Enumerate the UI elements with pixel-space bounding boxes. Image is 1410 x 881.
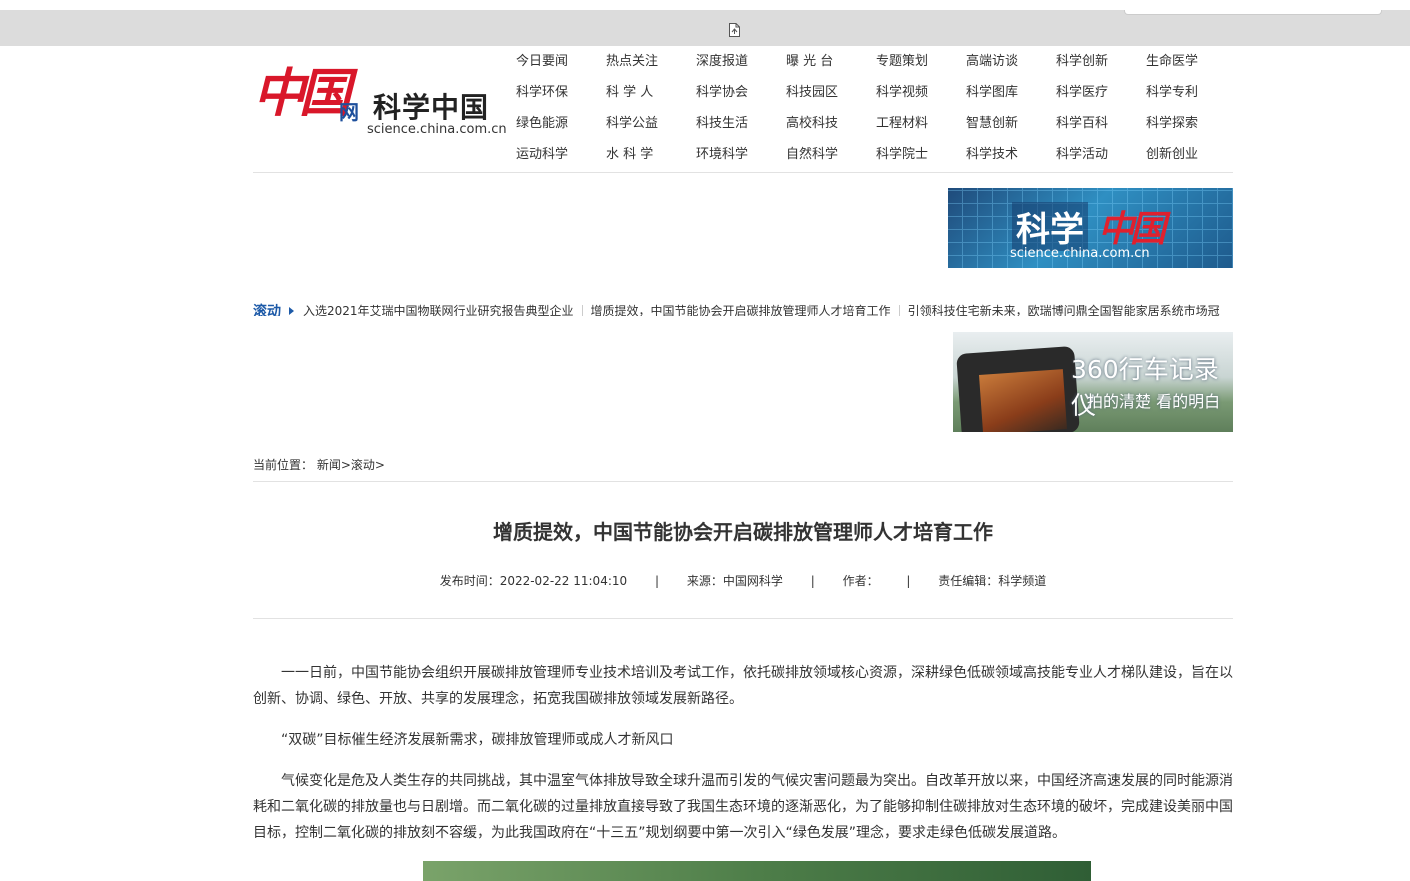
meta-separator: | [906, 574, 911, 588]
header-divider [253, 172, 1233, 173]
nav-link[interactable]: 科学活动 [1056, 147, 1146, 178]
article-paragraph: “双碳”目标催生经济发展新需求，碳排放管理师或成人才新风口 [281, 732, 674, 748]
nav-link[interactable]: 工程材料 [876, 116, 966, 147]
nav-link[interactable]: 运动科学 [516, 147, 606, 178]
meta-divider [253, 618, 1233, 619]
nav-link[interactable]: 科技生活 [696, 116, 786, 147]
nav-link[interactable]: 智慧创新 [966, 116, 1056, 147]
nav-link[interactable]: 科学院士 [876, 147, 966, 178]
meta-separator: | [810, 574, 815, 588]
nav-link[interactable]: 高校科技 [786, 116, 876, 147]
nav-link[interactable]: 科学技术 [966, 147, 1056, 178]
site-logo[interactable]: 中国 网 科学中国 science.china.com.cn [253, 63, 507, 146]
meta-separator: | [654, 574, 660, 588]
logo-glyph: 中国 [253, 63, 351, 124]
science-china-banner[interactable]: 科学 中国 science.china.com.cn [948, 188, 1233, 268]
nav-link[interactable]: 生命医学 [1146, 54, 1236, 85]
ticker-label: 滚动 [253, 303, 281, 317]
article-editor: 责任编辑：科学频道 [938, 574, 1047, 588]
nav-link[interactable]: 科学协会 [696, 85, 786, 116]
nav-link[interactable]: 绿色能源 [516, 116, 606, 147]
nav-row: 绿色能源 科学公益 科技生活 高校科技 工程材料 智慧创新 科学百科 科学探索 [516, 116, 1236, 147]
logo-domain: science.china.com.cn [367, 122, 507, 137]
dashcam-screen [979, 369, 1067, 432]
article-title: 增质提效，中国节能协会开启碳排放管理师人才培育工作 [493, 520, 993, 544]
viewer-toolbar [0, 10, 1410, 46]
ticker-separator [898, 304, 900, 316]
top-strip [0, 0, 1410, 10]
article-author: 作者： [842, 574, 879, 588]
scrolling-news: 滚动 入选2021年艾瑞中国物联网行业研究报告典型企业 增质提效，中国节能协会开启碳… [253, 300, 1233, 316]
nav-link[interactable]: 科学百科 [1056, 116, 1146, 147]
article-body: 一一日前，中国节能协会组织开展碳排放管理师专业技术培训及考试工作，依托碳排放领域… [253, 660, 1233, 861]
nav-link[interactable]: 科学公益 [606, 116, 696, 147]
triangle-right-icon [289, 306, 294, 315]
nav-row: 今日要闻 热点关注 深度报道 曝 光 台 专题策划 高端访谈 科学创新 生命医学 [516, 54, 1236, 85]
article-paragraph: 气候变化是危及人类生存的共同挑战，其中温室气体排放导致全球升温而引发的气候灾害问… [253, 773, 1233, 841]
ticker-item[interactable]: 引领科技住宅新未来，欧瑞博问鼎全国智能家居系统市场冠 [908, 302, 1220, 316]
nav-link[interactable]: 深度报道 [696, 54, 786, 85]
article-paragraph: 一一日前，中国节能协会组织开展碳排放管理师专业技术培训及考试工作，依托碳排放领域… [253, 665, 1233, 707]
nav-link[interactable]: 水 科 学 [606, 147, 696, 178]
nav-link[interactable]: 今日要闻 [516, 54, 606, 85]
nav-link[interactable]: 科学环保 [516, 85, 606, 116]
breadcrumb: 当前位置： 新闻>滚动> [253, 456, 385, 473]
channel-nav: 今日要闻 热点关注 深度报道 曝 光 台 专题策划 高端访谈 科学创新 生命医学… [516, 54, 1236, 178]
article-meta: 发布时间：2022-02-22 11:04:10 | 来源：中国网科学 | 作者… [253, 572, 1233, 589]
nav-link[interactable]: 环境科学 [696, 147, 786, 178]
logo-wang: 网 [339, 100, 359, 124]
nav-link[interactable]: 热点关注 [606, 54, 696, 85]
nav-link[interactable]: 专题策划 [876, 54, 966, 85]
nav-link[interactable]: 科学视频 [876, 85, 966, 116]
banner-kexue: 科学 [1012, 202, 1088, 251]
publish-time: 发布时间：2022-02-22 11:04:10 [439, 574, 628, 588]
document-icon[interactable] [729, 23, 740, 37]
nav-link[interactable]: 自然科学 [786, 147, 876, 178]
nav-link[interactable]: 曝 光 台 [786, 54, 876, 85]
logo-name: 科学中国 [373, 91, 490, 124]
nav-link[interactable]: 科学医疗 [1056, 85, 1146, 116]
dropdown-panel-edge [1124, 10, 1382, 15]
dashcam-ad[interactable]: 360行车记录仪 拍的清楚 看的明白 [953, 332, 1233, 432]
ticker-item[interactable]: 增质提效，中国节能协会开启碳排放管理师人才培育工作 [591, 302, 891, 316]
nav-link[interactable]: 创新创业 [1146, 147, 1236, 178]
nav-row: 科学环保 科 学 人 科学协会 科技园区 科学视频 科学图库 科学医疗 科学专利 [516, 85, 1236, 116]
nav-link[interactable]: 科学创新 [1056, 54, 1146, 85]
banner-domain: science.china.com.cn [1010, 246, 1150, 261]
nav-row: 运动科学 水 科 学 环境科学 自然科学 科学院士 科学技术 科学活动 创新创业 [516, 147, 1236, 178]
breadcrumb-divider [253, 481, 1233, 482]
nav-link[interactable]: 科学图库 [966, 85, 1056, 116]
nav-link[interactable]: 科 学 人 [606, 85, 696, 116]
banner-zhongguo: 中国 [1098, 208, 1166, 250]
breadcrumb-path[interactable]: 新闻>滚动> [317, 458, 385, 472]
breadcrumb-label: 当前位置： [253, 458, 314, 472]
nav-link[interactable]: 科学探索 [1146, 116, 1236, 147]
nav-link[interactable]: 科技园区 [786, 85, 876, 116]
ticker-separator [581, 304, 583, 316]
nav-link[interactable]: 科学专利 [1146, 85, 1236, 116]
article-photo [423, 861, 1091, 881]
ticker-item[interactable]: 入选2021年艾瑞中国物联网行业研究报告典型企业 [303, 302, 574, 316]
nav-link[interactable]: 高端访谈 [966, 54, 1056, 85]
article-source: 来源：中国网科学 [686, 574, 783, 588]
ad-slogan: 拍的清楚 看的明白 [1087, 392, 1221, 411]
